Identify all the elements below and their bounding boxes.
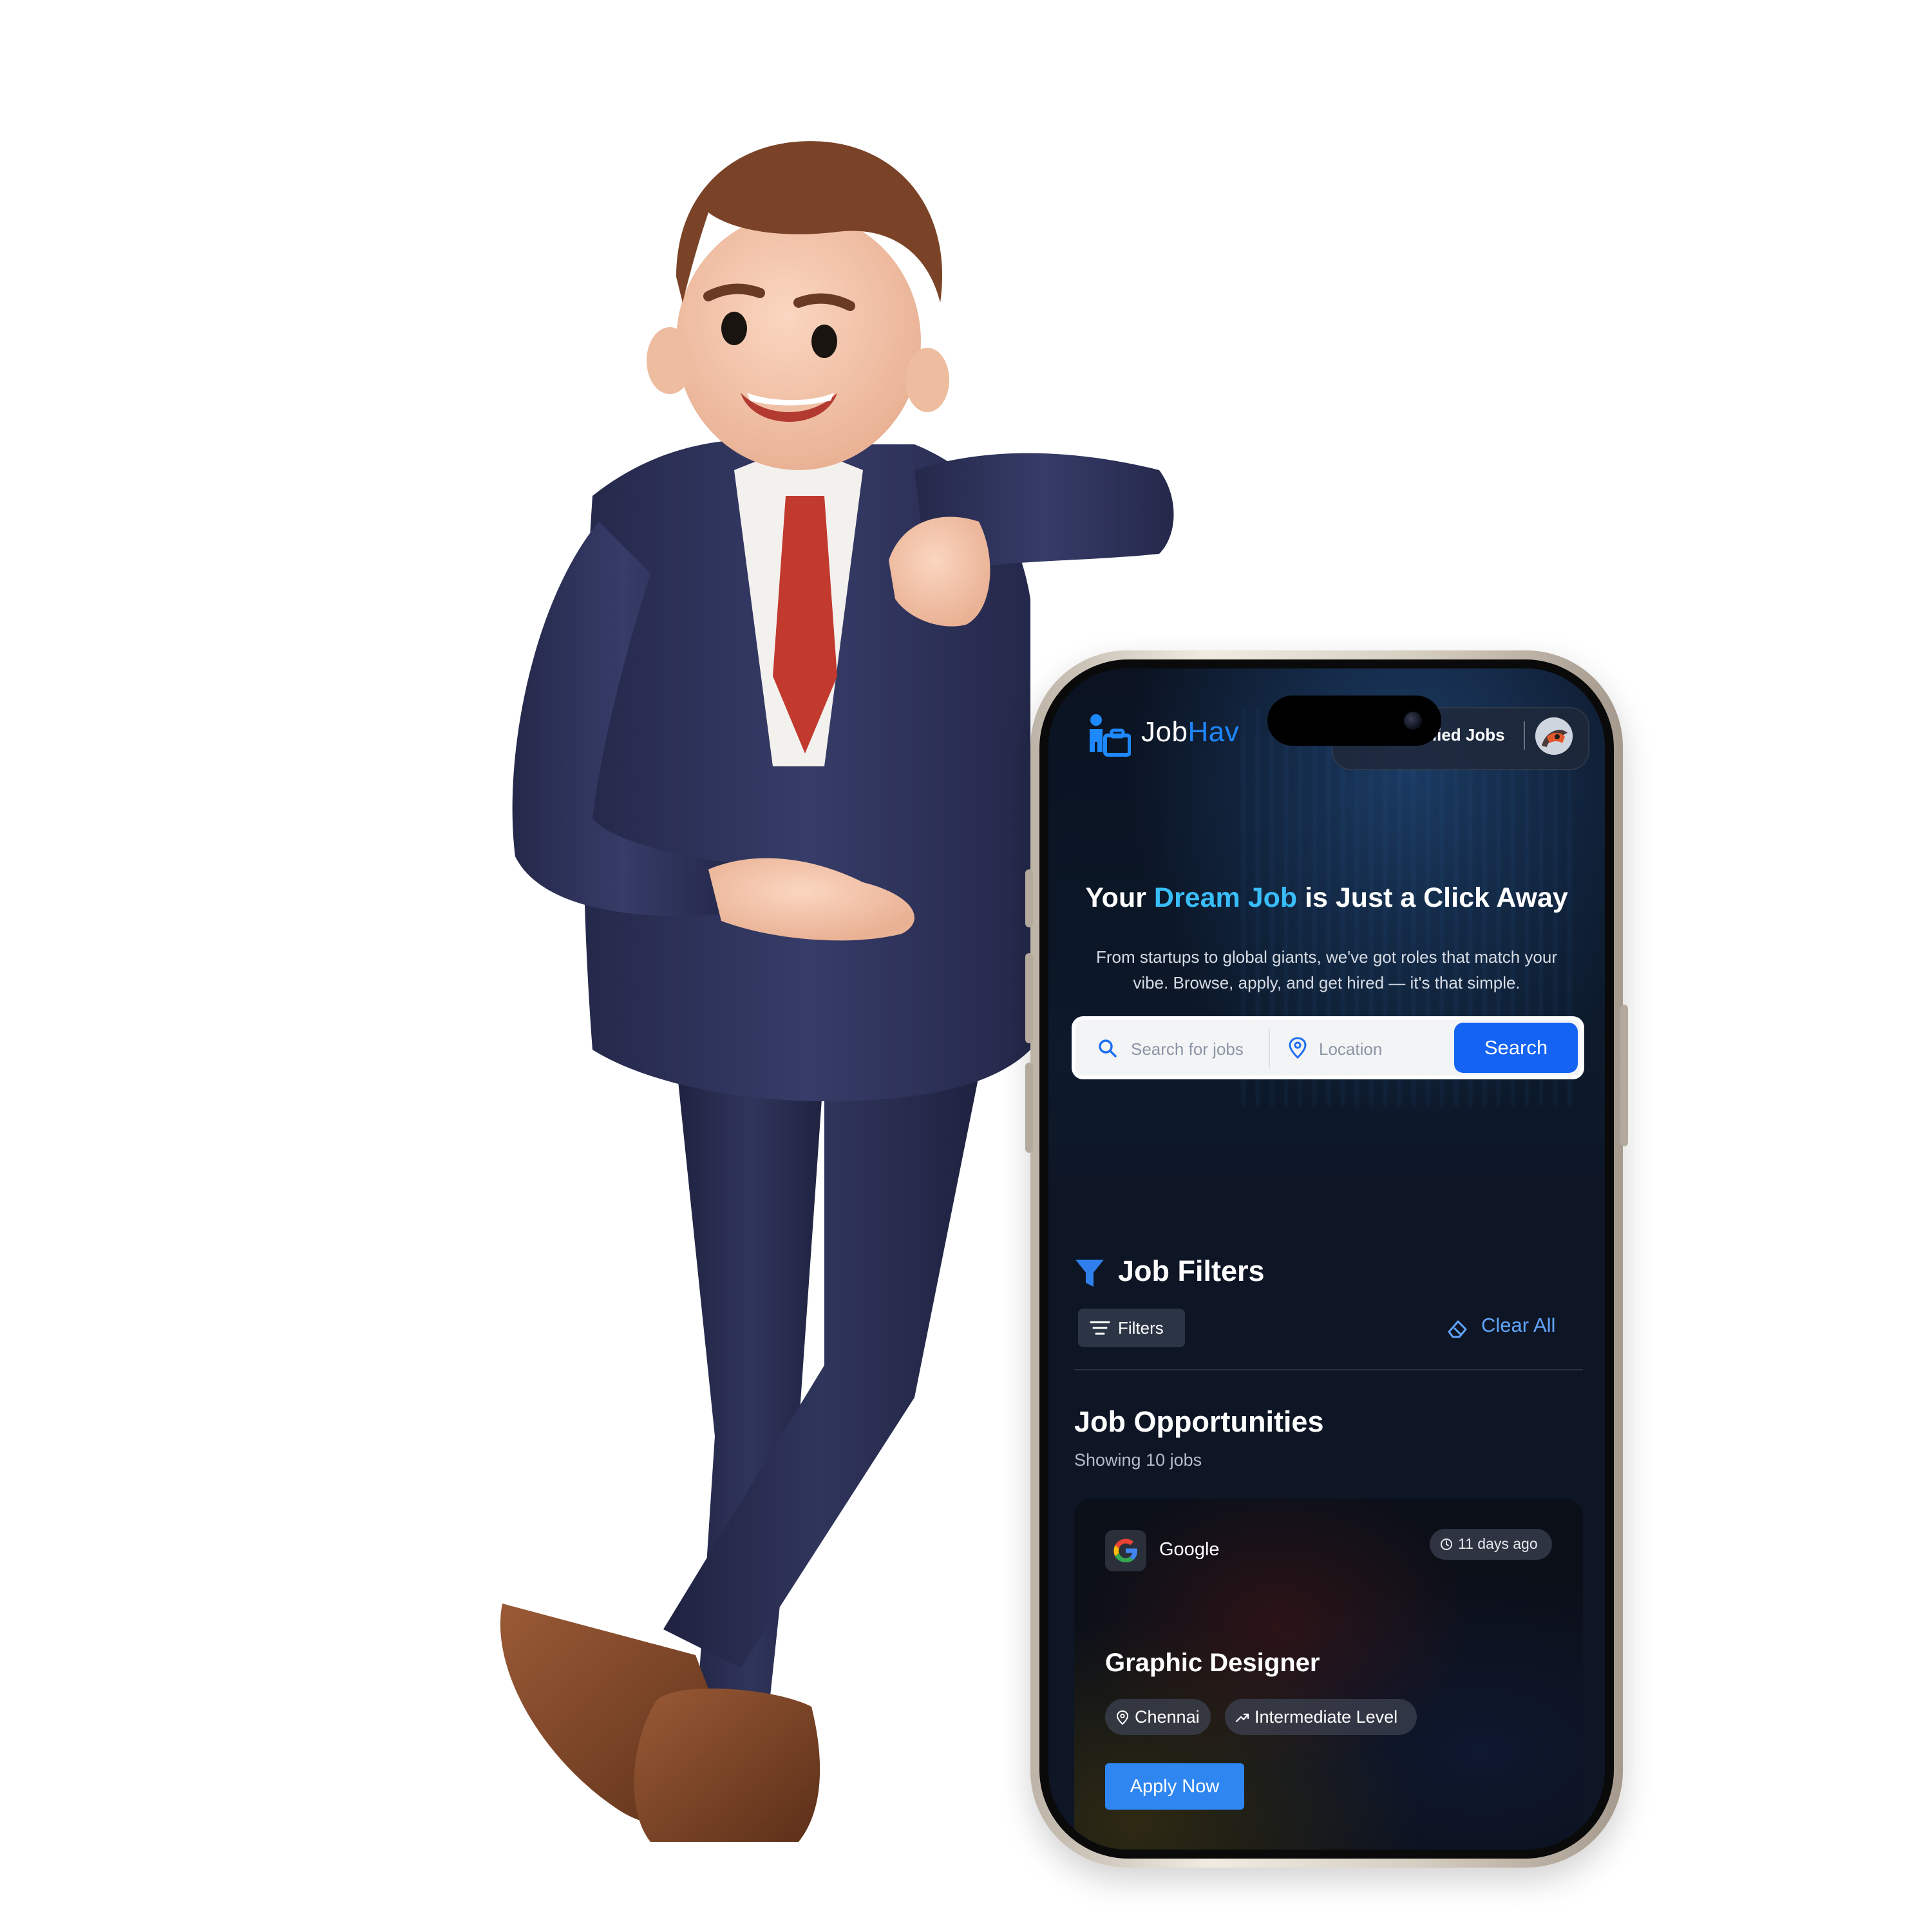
funnel-icon: [1075, 1260, 1104, 1287]
search-icon: [1099, 1039, 1117, 1057]
filters-button[interactable]: Filters: [1078, 1309, 1185, 1347]
filters-button-label: Filters: [1118, 1318, 1164, 1338]
nav-divider: [1524, 721, 1525, 750]
phone-volume-up: [1025, 953, 1033, 1043]
person-briefcase-icon: [1090, 714, 1131, 757]
brand-logo-text[interactable]: JobHav: [1141, 716, 1239, 748]
phone-side-button: [1025, 869, 1033, 927]
hero-title-end: is Just a Click Away: [1297, 882, 1568, 913]
phone-power-button: [1620, 1005, 1628, 1146]
hero-title-highlight: Dream Job: [1153, 882, 1298, 913]
jobs-count: Showing 10 jobs: [1074, 1450, 1202, 1470]
trending-up-icon: [1235, 1713, 1249, 1723]
clear-all-button[interactable]: Clear All: [1446, 1314, 1588, 1346]
phone-mockup: JobHav plied Jobs Your Dream Job is Just…: [1025, 650, 1628, 1868]
phone-volume-down: [1025, 1063, 1033, 1153]
dynamic-island: [1267, 696, 1441, 746]
search-field-divider: [1269, 1029, 1270, 1068]
job-level-tag: Intermediate Level: [1225, 1699, 1417, 1735]
brand-name-prefix: Job: [1141, 716, 1188, 748]
filter-lines-icon: [1090, 1321, 1110, 1335]
posted-date-badge: 11 days ago: [1430, 1529, 1552, 1560]
map-pin-icon: [1116, 1710, 1129, 1725]
clear-all-label: Clear All: [1481, 1314, 1556, 1336]
hero-title-start: Your: [1085, 882, 1154, 913]
job-opportunities-title: Job Opportunities: [1074, 1405, 1324, 1438]
job-title[interactable]: Graphic Designer: [1105, 1649, 1320, 1678]
avatar-icon: [1535, 717, 1573, 755]
posted-date-text: 11 days ago: [1458, 1535, 1538, 1552]
google-logo-icon: [1113, 1539, 1137, 1562]
map-pin-icon: [1289, 1037, 1307, 1059]
job-card[interactable]: Google 11 days ago Graphic Designer Chen…: [1074, 1499, 1583, 1850]
company-logo: [1105, 1530, 1146, 1571]
job-search-input[interactable]: [1130, 1032, 1261, 1066]
search-button[interactable]: Search: [1454, 1023, 1578, 1073]
phone-screen: JobHav plied Jobs Your Dream Job is Just…: [1048, 668, 1605, 1850]
user-avatar[interactable]: [1535, 717, 1573, 755]
job-filters-title: Job Filters: [1118, 1255, 1265, 1287]
clock-icon: [1441, 1539, 1452, 1550]
job-level-text: Intermediate Level: [1255, 1707, 1398, 1727]
apply-now-button[interactable]: Apply Now: [1105, 1763, 1244, 1810]
hero-subtitle: From startups to global giants, we've go…: [1096, 947, 1557, 992]
search-bar: Search: [1072, 1016, 1584, 1079]
job-location-text: Chennai: [1135, 1707, 1200, 1727]
job-location-tag: Chennai: [1105, 1699, 1211, 1735]
company-name: Google: [1159, 1539, 1220, 1560]
eraser-icon: [1448, 1320, 1467, 1338]
brand-name-suffix: Hav: [1188, 716, 1240, 748]
hero-title: Your Dream Job is Just a Click Away: [1048, 882, 1605, 914]
location-input[interactable]: [1318, 1032, 1449, 1066]
filters-divider: [1074, 1369, 1583, 1370]
stage: JobHav plied Jobs Your Dream Job is Just…: [0, 0, 1932, 1932]
